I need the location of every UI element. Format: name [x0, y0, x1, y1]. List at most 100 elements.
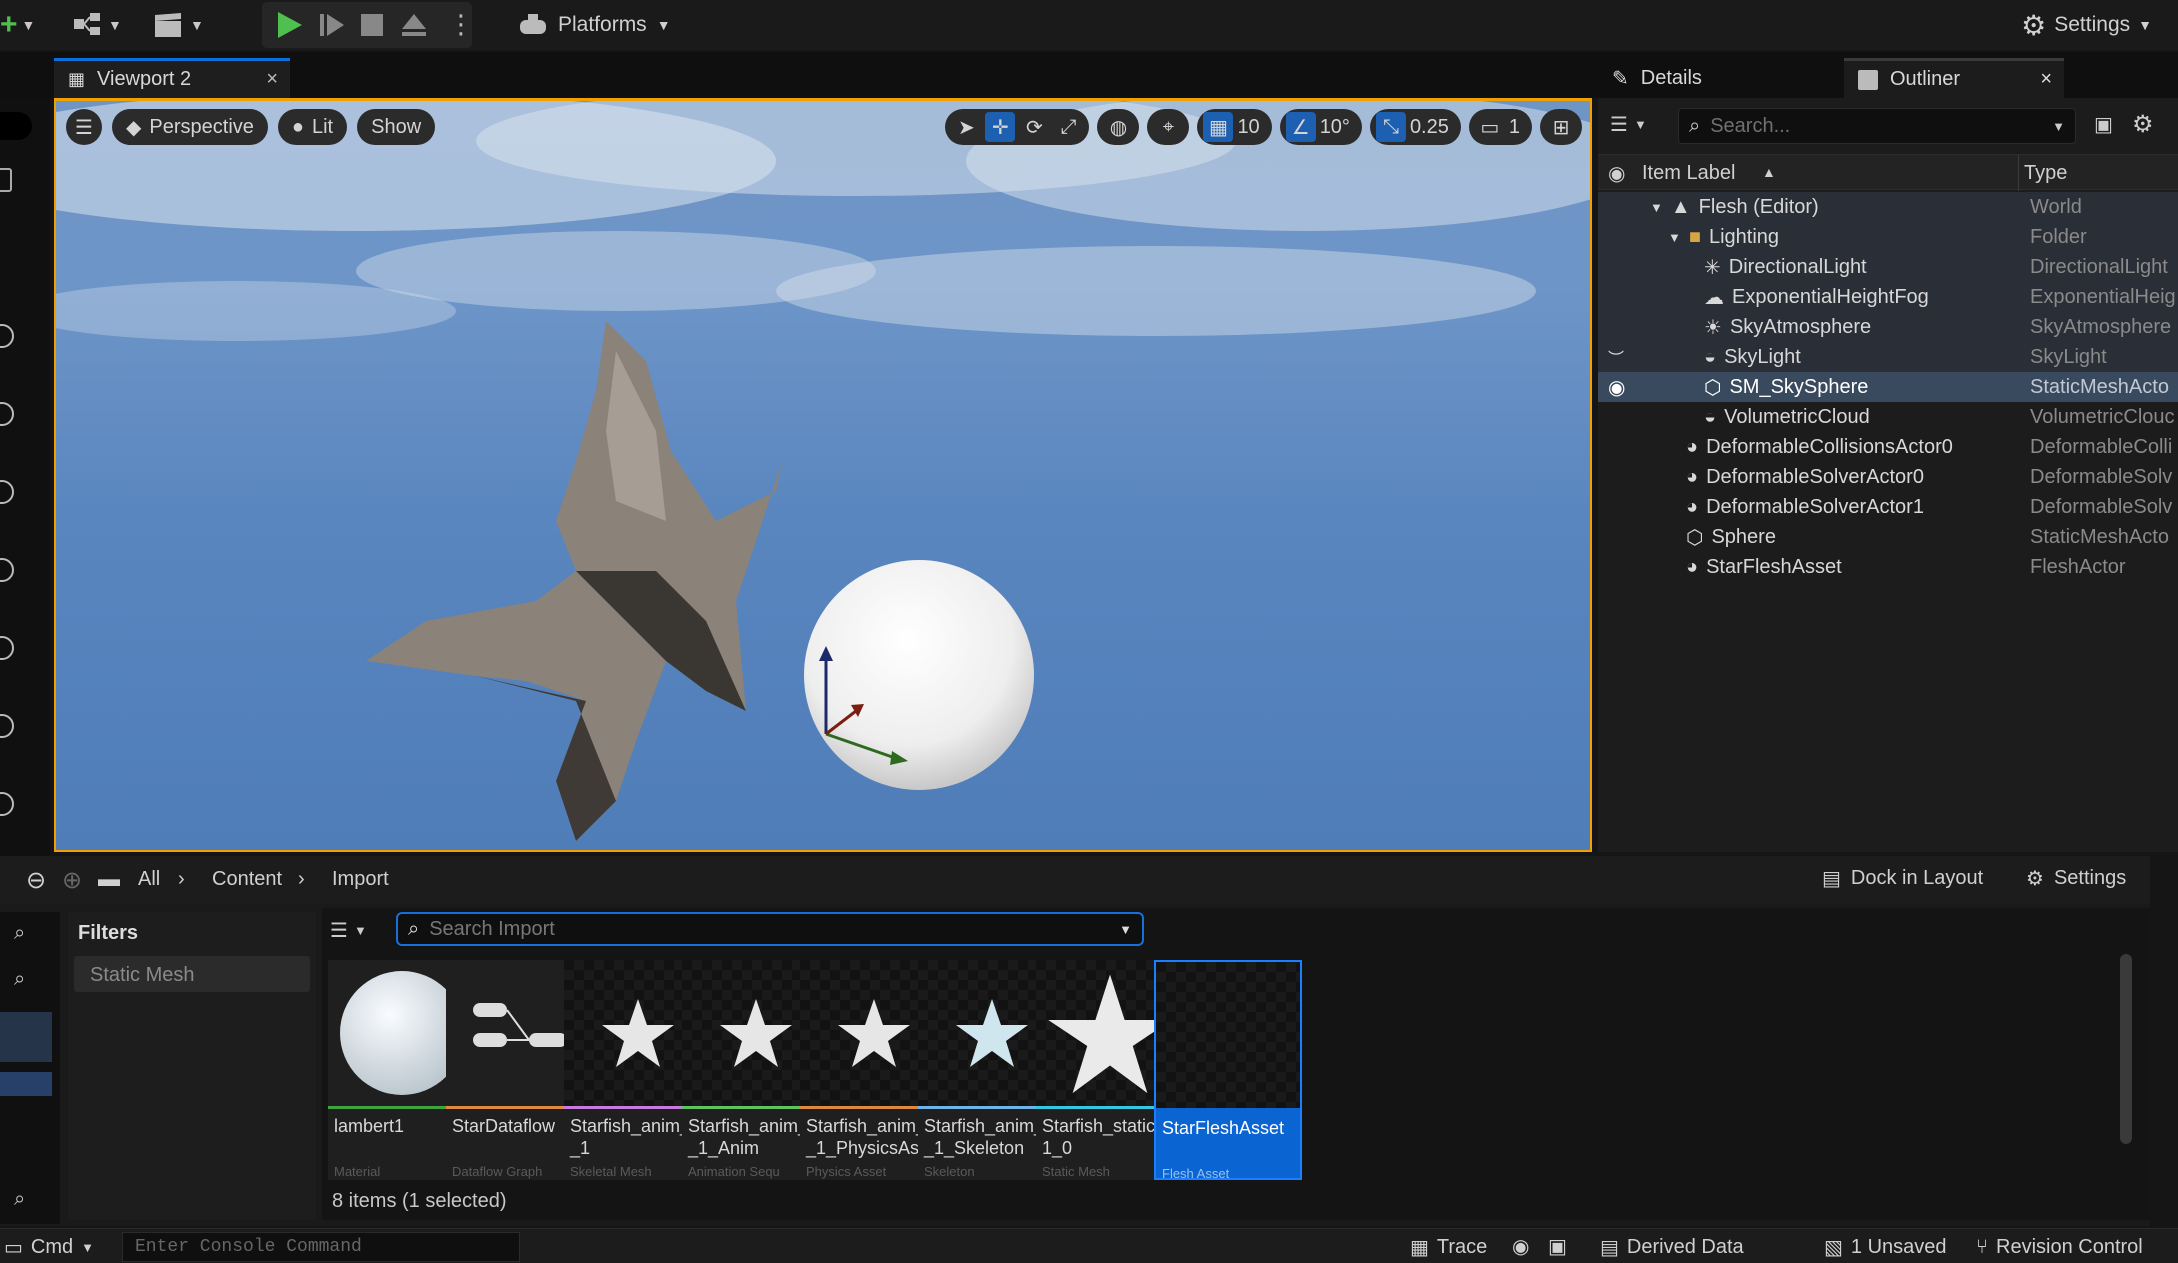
grid-icon[interactable]: ▦ — [1203, 112, 1234, 142]
layout-button[interactable]: ⊞ — [1540, 109, 1582, 145]
chevron-down-icon[interactable]: ▼ — [2052, 119, 2065, 134]
add-folder-icon[interactable]: ▣ — [2094, 112, 2113, 137]
close-icon[interactable]: × — [266, 68, 278, 91]
column-divider[interactable] — [2018, 155, 2019, 191]
tab-viewport-2[interactable]: ▦ Viewport 2 × — [54, 58, 290, 98]
translate-icon[interactable]: ✛ — [985, 112, 1016, 142]
platforms-menu[interactable]: Platforms ▼ — [518, 8, 671, 42]
tab-details[interactable]: ✎ Details — [1598, 58, 1838, 98]
surface-snap-icon[interactable]: ⌖ — [1153, 112, 1183, 142]
outliner-row[interactable]: ✳ DirectionalLight DirectionalLight — [1598, 252, 2178, 282]
rotation-snap[interactable]: ∠ 10° — [1279, 109, 1362, 145]
dock-in-layout-button[interactable]: ▤ Dock in Layout — [1822, 866, 1983, 891]
breadcrumb-content[interactable]: Content — [212, 868, 282, 891]
rotate-icon[interactable]: ⟳ — [1019, 112, 1049, 142]
scale-snap[interactable]: ⤡ 0.25 — [1369, 109, 1461, 145]
forward-icon[interactable]: ⊕ — [62, 866, 82, 895]
outliner-row[interactable]: ◒ VolumetricCloud VolumetricClouc — [1598, 402, 2178, 432]
cb-settings-button[interactable]: ⚙ Settings — [2026, 866, 2126, 891]
panel-icon[interactable] — [0, 168, 12, 192]
show-button[interactable]: Show — [357, 109, 436, 145]
revision-control-button[interactable]: ⑂ Revision Control — [1976, 1233, 2143, 1261]
derived-data-button[interactable]: ▤ Derived Data — [1600, 1233, 1744, 1261]
folder-icon[interactable]: ▬ — [98, 866, 120, 892]
outliner-row[interactable]: ⬡ Sphere StaticMeshActo — [1598, 522, 2178, 552]
search-icon[interactable]: ⌕ — [14, 922, 25, 945]
tab-outliner[interactable]: Outliner × — [1844, 58, 2064, 98]
screenshot-icon[interactable]: ▣ — [1548, 1234, 1567, 1259]
settings-menu[interactable]: ⚙ Settings ▼ — [2021, 8, 2152, 42]
outliner-row[interactable]: ☀ SkyAtmosphere SkyAtmosphere — [1598, 312, 2178, 342]
console-input[interactable]: Enter Console Command — [122, 1232, 520, 1262]
filter-button[interactable]: ☰ ▼ — [1610, 112, 1647, 137]
sidebar-item[interactable] — [0, 1072, 52, 1096]
column-type[interactable]: Type — [2024, 162, 2067, 185]
asset-tile-selected[interactable]: StarFleshAsset Flesh Asset — [1154, 960, 1302, 1180]
eye-icon[interactable]: ◉ — [1608, 375, 1625, 400]
filter-static-mesh[interactable]: Static Mesh — [74, 956, 310, 992]
collapse-arrow-icon[interactable]: ▼ — [1650, 200, 1663, 215]
select-cursor-icon[interactable]: ➤ — [951, 112, 981, 142]
outliner-row[interactable]: ▼ ■ Lighting Folder — [1598, 222, 2178, 252]
camera-speed[interactable]: ▭ 1 — [1468, 109, 1532, 145]
help-icon[interactable] — [0, 402, 14, 426]
perspective-button[interactable]: ◆ Perspective — [112, 109, 268, 145]
help-icon[interactable] — [0, 792, 14, 816]
help-icon[interactable] — [0, 480, 14, 504]
step-icon[interactable] — [318, 11, 346, 45]
help-icon[interactable] — [0, 558, 14, 582]
grid-snap-value[interactable]: 10 — [1237, 116, 1265, 139]
outliner-search-input[interactable]: ⌕ Search... ▼ — [1678, 108, 2076, 144]
help-icon[interactable] — [0, 636, 14, 660]
outliner-row[interactable]: ☁ ExponentialHeightFog ExponentialHeig — [1598, 282, 2178, 312]
grid-snap[interactable]: ▦ 10 — [1197, 109, 1272, 145]
more-options-icon[interactable]: ⋮ — [448, 8, 474, 40]
outliner-row[interactable]: ◕ StarFleshAsset FleshActor — [1598, 552, 2178, 582]
angle-icon[interactable]: ∠ — [1285, 112, 1316, 142]
help-icon[interactable] — [0, 714, 14, 738]
outliner-row[interactable]: ◕ DeformableSolverActor1 DeformableSolv — [1598, 492, 2178, 522]
outliner-row[interactable]: ◕ DeformableSolverActor0 DeformableSolv — [1598, 462, 2178, 492]
back-icon[interactable]: ⊖ — [26, 866, 46, 895]
outliner-row-selected[interactable]: ◉ ⬡ SM_SkySphere StaticMeshActo — [1598, 372, 2178, 402]
camera-icon[interactable]: ▭ — [1475, 112, 1505, 142]
eye-closed-icon[interactable]: ︶ — [1608, 345, 1624, 369]
stop-icon[interactable] — [360, 13, 384, 43]
column-item-label[interactable]: Item Label — [1642, 162, 1735, 185]
breadcrumb-import[interactable]: Import — [332, 868, 389, 891]
add-actor-button[interactable]: + ▼ — [0, 8, 35, 42]
gear-icon[interactable]: ⚙ — [2132, 110, 2154, 139]
scrollbar[interactable] — [2120, 954, 2132, 1144]
scale-snap-value[interactable]: 0.25 — [1410, 116, 1455, 139]
cinematics-button[interactable]: ▼ — [152, 8, 204, 42]
scale-snap-icon[interactable]: ⤡ — [1375, 112, 1406, 142]
search-icon[interactable]: ⌕ — [14, 1188, 25, 1211]
rotation-snap-value[interactable]: 10° — [1320, 116, 1356, 139]
layout-grid-icon[interactable]: ⊞ — [1546, 112, 1576, 142]
outliner-row[interactable]: ︶ ◒ SkyLight SkyLight — [1598, 342, 2178, 372]
search-icon[interactable]: ⌕ — [14, 968, 25, 991]
scale-icon[interactable]: ⤢ — [1053, 112, 1083, 142]
level-viewport[interactable]: ☰ ◆ Perspective ● Lit Show ➤ ✛ ⟳ ⤢ ◍ ⌖ ▦… — [54, 98, 1592, 852]
collapse-arrow-icon[interactable]: ▼ — [1668, 230, 1681, 245]
cmd-dropdown[interactable]: ▭ Cmd ▼ — [4, 1233, 94, 1261]
record-icon[interactable]: ◉ — [1512, 1234, 1529, 1259]
outliner-row[interactable]: ▼ ▲ Flesh (Editor) World — [1598, 192, 2178, 222]
camera-speed-value[interactable]: 1 — [1509, 116, 1526, 139]
outliner-row[interactable]: ◕ DeformableCollisionsActor0 DeformableCo… — [1598, 432, 2178, 462]
asset-filter-button[interactable]: ☰ ▼ — [330, 918, 367, 943]
asset-search-input[interactable]: ⌕ Search Import ▼ — [396, 912, 1144, 946]
trace-button[interactable]: ▦ Trace — [1410, 1233, 1487, 1261]
close-icon[interactable]: × — [2040, 68, 2052, 91]
sidebar-item[interactable] — [0, 1012, 52, 1062]
viewport-menu-button[interactable]: ☰ — [66, 109, 102, 145]
lit-button[interactable]: ● Lit — [277, 109, 348, 145]
blueprint-button[interactable]: ▼ — [72, 8, 122, 42]
eject-icon[interactable] — [400, 11, 428, 45]
unsaved-button[interactable]: ▧ 1 Unsaved — [1824, 1233, 1947, 1261]
chevron-down-icon[interactable]: ▼ — [1119, 922, 1132, 937]
help-icon[interactable] — [0, 324, 14, 348]
play-icon[interactable] — [272, 8, 306, 48]
world-globe-icon[interactable]: ◍ — [1103, 112, 1133, 142]
mode-pill[interactable] — [0, 112, 32, 140]
